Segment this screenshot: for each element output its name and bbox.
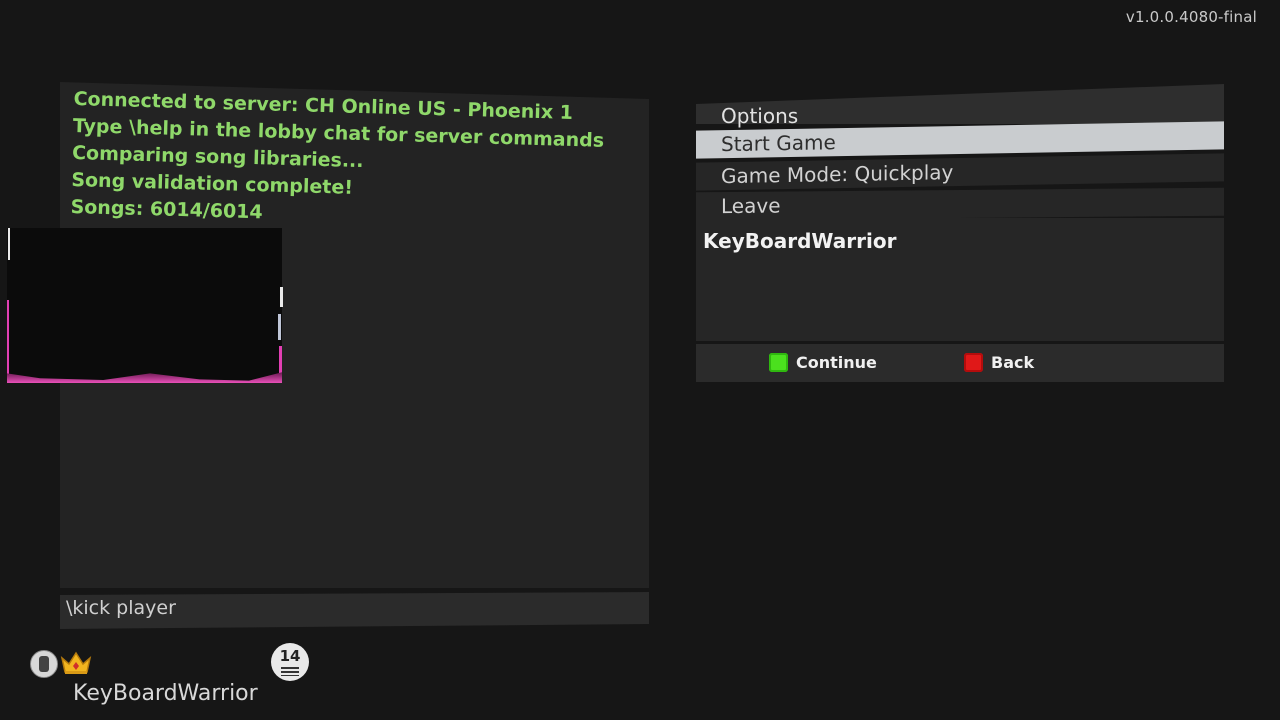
red-fret-icon: [964, 353, 983, 372]
level-number: 14: [279, 647, 301, 665]
crown-icon: [60, 651, 92, 674]
menu-item-leave[interactable]: Leave: [696, 187, 1224, 221]
continue-button[interactable]: Continue: [769, 353, 877, 372]
overlay-bottom-glow: [7, 372, 282, 383]
overlay-edge-left: [7, 300, 9, 383]
player-card-name: KeyBoardWarrior: [73, 681, 258, 706]
glitch-marker: [280, 287, 283, 307]
green-fret-icon: [769, 353, 788, 372]
back-button[interactable]: Back: [964, 353, 1034, 372]
menu-item-label: Game Mode: Quickplay: [721, 160, 954, 189]
chat-input-value[interactable]: \kick player: [66, 597, 176, 619]
menu-item-label: Leave: [721, 193, 781, 219]
video-overlay: [7, 228, 282, 383]
player-list-item[interactable]: KeyBoardWarrior: [703, 229, 896, 253]
menu-item-label: Start Game: [721, 130, 836, 157]
continue-label: Continue: [796, 353, 877, 372]
glitch-marker: [8, 228, 10, 260]
chat-log: Connected to server: CH Online US - Phoe…: [70, 86, 634, 237]
version-label: v1.0.0.4080-final: [1125, 8, 1257, 26]
guitar-icon: [30, 650, 58, 678]
back-label: Back: [991, 353, 1035, 372]
level-badge-icon: 14: [271, 643, 309, 681]
level-bars: [281, 667, 299, 676]
options-header: Options: [721, 104, 799, 128]
lobby-screen: v1.0.0.4080-final Connected to server: C…: [0, 0, 1280, 720]
glitch-marker: [278, 314, 281, 340]
